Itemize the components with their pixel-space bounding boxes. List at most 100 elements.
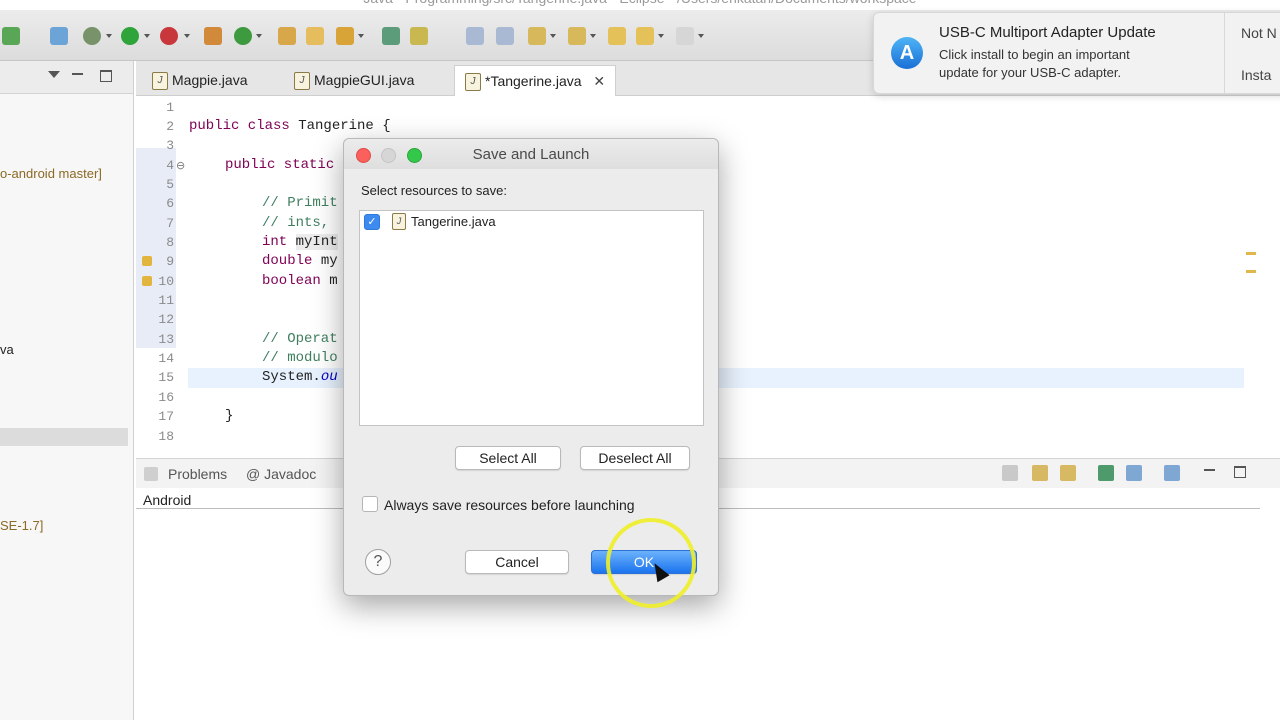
paragraph-icon[interactable] — [496, 27, 514, 45]
cancel-button[interactable]: Cancel — [465, 550, 569, 574]
app-store-icon: A — [891, 37, 923, 69]
code-line-2: public class Tangerine { — [189, 118, 391, 134]
warning-icon[interactable] — [142, 256, 152, 266]
line-number: 8 — [166, 235, 174, 250]
chevron-down-icon[interactable] — [658, 34, 664, 38]
last-edit-icon[interactable] — [608, 27, 626, 45]
chevron-down-icon[interactable] — [550, 34, 556, 38]
overview-marker[interactable] — [1246, 252, 1256, 255]
tab-label: Magpie.java — [172, 72, 248, 88]
code-line-7: // ints, — [262, 215, 330, 231]
scroll-lock-icon[interactable] — [1032, 465, 1048, 481]
refresh-icon[interactable] — [234, 27, 252, 45]
debug-icon[interactable] — [83, 27, 101, 45]
chevron-down-icon[interactable] — [590, 34, 596, 38]
resource-name: Tangerine.java — [411, 214, 496, 229]
chevron-down-icon[interactable] — [358, 34, 364, 38]
always-save-label: Always save resources before launching — [384, 497, 635, 513]
line-number: 5 — [166, 177, 174, 192]
not-now-button[interactable]: Not N — [1241, 25, 1277, 41]
run-icon[interactable] — [121, 27, 139, 45]
tab-magpiegui[interactable]: J MagpieGUI.java — [284, 65, 424, 95]
file-item[interactable]: va — [0, 342, 14, 357]
problems-icon — [144, 467, 158, 481]
close-icon[interactable]: ✕ — [593, 73, 605, 89]
line-number: 7 — [166, 216, 174, 231]
chevron-down-icon[interactable] — [106, 34, 112, 38]
chevron-down-icon[interactable] — [144, 34, 150, 38]
line-number: 13 — [158, 332, 174, 347]
tab-javadoc[interactable]: @ Javadoc — [246, 466, 316, 482]
tab-magpie[interactable]: J Magpie.java — [142, 65, 258, 95]
resource-checkbox[interactable]: ✓ — [364, 214, 380, 230]
open-console-icon[interactable] — [1164, 465, 1180, 481]
dialog-prompt: Select resources to save: — [361, 183, 507, 198]
forward-icon[interactable] — [676, 27, 694, 45]
external-tools-icon[interactable] — [160, 27, 178, 45]
new-wizard-icon[interactable] — [50, 27, 68, 45]
pin-console-icon[interactable] — [1098, 465, 1114, 481]
line-number: 4 — [166, 158, 174, 173]
word-wrap-icon[interactable] — [1060, 465, 1076, 481]
tab-tangerine[interactable]: J *Tangerine.java ✕ — [454, 65, 617, 96]
highlight-icon[interactable] — [410, 27, 428, 45]
minimize-icon[interactable] — [1204, 469, 1215, 471]
checklist-icon[interactable] — [2, 27, 20, 45]
java-file-icon: J — [294, 72, 310, 90]
chevron-down-icon[interactable] — [698, 34, 704, 38]
prev-annotation-icon[interactable] — [568, 27, 586, 45]
help-button[interactable]: ? — [365, 549, 391, 575]
dialog-title: Save and Launch — [472, 146, 590, 163]
chevron-down-icon[interactable] — [256, 34, 262, 38]
deselect-all-button[interactable]: Deselect All — [580, 446, 690, 470]
minimize-icon[interactable] — [72, 73, 83, 75]
java-file-icon: J — [152, 72, 168, 90]
code-line-8: int myInt — [262, 234, 338, 250]
package-icon[interactable] — [204, 27, 222, 45]
project-item[interactable]: o-android master] — [0, 166, 102, 181]
open-type-icon[interactable] — [278, 27, 296, 45]
display-console-icon[interactable] — [1126, 465, 1142, 481]
tab-label: MagpieGUI.java — [314, 72, 415, 88]
notification-body: Click install to begin an important upda… — [939, 47, 1130, 80]
notification-title: USB-C Multiport Adapter Update — [939, 24, 1156, 41]
line-number: 11 — [158, 293, 174, 308]
line-number: 17 — [158, 409, 174, 424]
select-all-button[interactable]: Select All — [455, 446, 561, 470]
resource-list[interactable]: ✓ J Tangerine.java — [359, 210, 704, 426]
fold-icon[interactable]: ⊖ — [176, 159, 185, 172]
window-title: Java - Programming/src/Tangerine.java - … — [0, 0, 1280, 10]
console-title: Android — [143, 492, 192, 508]
code-line-10: boolean m — [262, 273, 338, 289]
selected-row[interactable] — [0, 428, 128, 446]
code-line-6: // Primit — [262, 195, 338, 211]
maximize-icon[interactable] — [1234, 466, 1246, 478]
tab-problems[interactable]: Problems — [168, 466, 227, 482]
open-folder-icon[interactable] — [306, 27, 324, 45]
divider — [1224, 13, 1225, 93]
clear-icon[interactable] — [1002, 465, 1018, 481]
usb-update-notification[interactable]: A USB-C Multiport Adapter Update Click i… — [873, 12, 1280, 94]
code-line-14: // modulo — [262, 350, 338, 366]
java-file-icon: J — [392, 213, 406, 230]
install-button[interactable]: Insta — [1241, 67, 1271, 83]
block-selection-icon[interactable] — [466, 27, 484, 45]
code-line-13: // Operat — [262, 331, 338, 347]
always-save-checkbox[interactable] — [362, 496, 378, 512]
line-number: 12 — [158, 312, 174, 327]
annotation-icon[interactable] — [382, 27, 400, 45]
next-annotation-icon[interactable] — [528, 27, 546, 45]
back-icon[interactable] — [636, 27, 654, 45]
chevron-down-icon[interactable] — [184, 34, 190, 38]
line-number: 18 — [158, 429, 174, 444]
overview-marker[interactable] — [1246, 270, 1256, 273]
package-explorer: o-android master] va SE-1.7] — [0, 61, 134, 720]
pencil-icon[interactable] — [336, 27, 354, 45]
maximize-icon[interactable] — [100, 70, 112, 82]
line-number: 15 — [158, 370, 174, 385]
code-line-4: public static — [225, 157, 335, 173]
warning-icon[interactable] — [142, 276, 152, 286]
dialog-titlebar: Save and Launch — [344, 139, 718, 169]
jre-library-item[interactable]: SE-1.7] — [0, 518, 43, 533]
view-menu-icon[interactable] — [48, 71, 60, 78]
